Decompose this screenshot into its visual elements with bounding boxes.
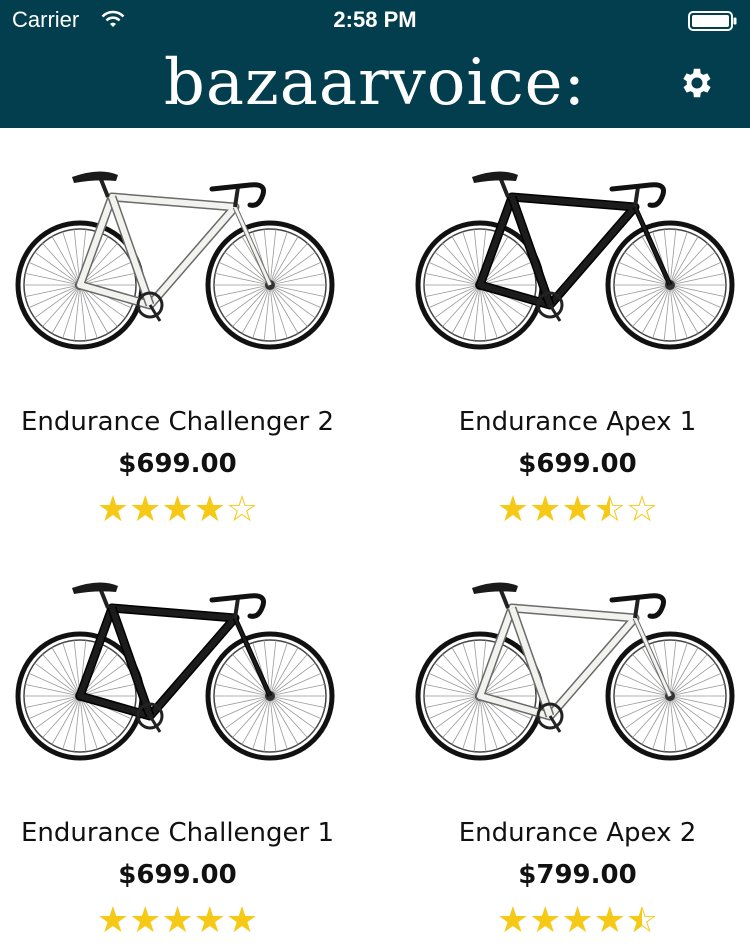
product-image: [400, 556, 750, 766]
star-empty-icon: ☆: [225, 489, 259, 530]
star-full-icon: ★: [193, 900, 226, 941]
product-image: [400, 145, 750, 355]
star-full-icon: ★: [193, 489, 226, 530]
product-image: [0, 556, 355, 766]
product-name: Endurance Apex 2: [458, 818, 697, 848]
star-full-icon: ★: [161, 489, 194, 530]
star-full-icon: ★: [561, 900, 594, 941]
product-price: $799.00: [518, 860, 637, 890]
product-card[interactable]: Endurance Challenger 2 $699.00 ★★★★☆: [0, 145, 355, 535]
product-rating: ★★★★★: [0, 901, 355, 941]
product-card[interactable]: Endurance Challenger 1 $699.00 ★★★★★: [0, 556, 355, 946]
star-full-icon: ★: [96, 489, 130, 530]
product-rating: ★★★★☆★: [400, 901, 750, 941]
star-full-icon: ★: [225, 900, 259, 941]
product-image: [0, 145, 355, 355]
star-empty-icon: ☆: [625, 489, 659, 530]
star-full-icon: ★: [129, 489, 162, 530]
product-name: Endurance Apex 1: [458, 407, 697, 437]
product-card[interactable]: Endurance Apex 2 $799.00 ★★★★☆★: [400, 556, 750, 946]
star-full-icon: ★: [496, 489, 530, 530]
product-rating: ★★★☆★☆: [400, 490, 750, 530]
status-bar: Carrier 2:58 PM: [0, 0, 750, 40]
star-full-icon: ★: [529, 900, 562, 941]
star-full-icon: ★: [561, 489, 594, 530]
status-time: 2:58 PM: [333, 7, 417, 32]
star-full-icon: ★: [129, 900, 162, 941]
app-header: Carrier 2:58 PM bazaarvoice:: [0, 0, 750, 128]
star-full-icon: ★: [593, 900, 626, 941]
product-card[interactable]: Endurance Apex 1 $699.00 ★★★☆★☆: [400, 145, 750, 535]
star-half-icon: ☆★: [593, 489, 626, 530]
product-price: $699.00: [118, 449, 237, 479]
star-half-icon: ☆★: [625, 900, 659, 941]
product-price: $699.00: [518, 449, 637, 479]
star-full-icon: ★: [529, 489, 562, 530]
product-name: Endurance Challenger 1: [20, 818, 335, 848]
star-full-icon: ★: [96, 900, 130, 941]
product-name: Endurance Challenger 2: [20, 407, 335, 437]
brand-logo: bazaarvoice:: [163, 46, 587, 120]
product-rating: ★★★★☆: [0, 490, 355, 530]
star-full-icon: ★: [496, 900, 530, 941]
star-full-icon: ★: [161, 900, 194, 941]
settings-gear-icon[interactable]: [678, 64, 716, 102]
battery-icon: [688, 10, 738, 38]
product-price: $699.00: [118, 860, 237, 890]
